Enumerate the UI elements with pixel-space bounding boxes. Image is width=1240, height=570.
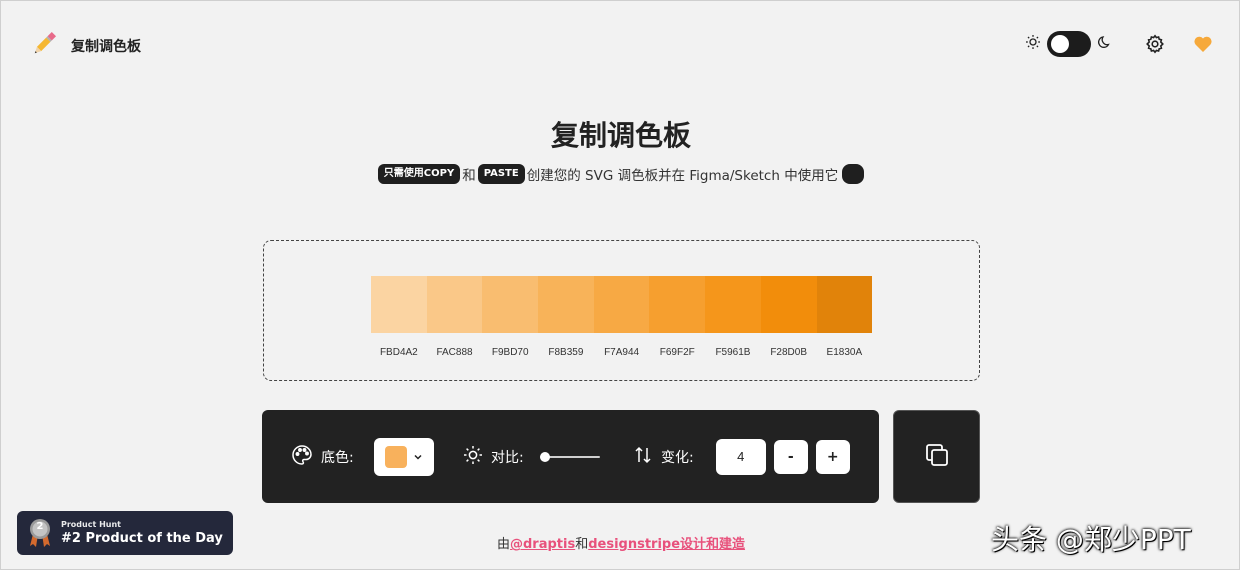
swatch-hex-label: F5961B xyxy=(715,347,751,358)
swatch-hex-label: F28D0B xyxy=(770,347,807,358)
color-swatch[interactable] xyxy=(482,276,539,333)
subtitle-text: 创建您的 SVG 调色板并在 Figma/Sketch 中使用它 xyxy=(526,168,839,184)
subtitle: 只需使用COPY 和 PASTE 创建您的 SVG 调色板并在 Figma/Sk… xyxy=(1,164,1240,184)
contrast-control: 对比: xyxy=(463,410,600,503)
decrement-button[interactable]: - xyxy=(773,439,808,474)
swatch-codes: FBD4A2 FAC888 F9BD70 F8B359 F7A944 F69F2F F596… xyxy=(371,347,872,358)
swatch-hex-label: F69F2F xyxy=(659,347,695,358)
author-link-draptis[interactable]: @draptis xyxy=(510,537,575,552)
contrast-label: 对比: xyxy=(491,449,524,466)
swatch-hex-label: E1830A xyxy=(826,347,863,358)
page-title: 复制调色板 xyxy=(550,119,691,152)
variation-input[interactable] xyxy=(715,438,766,475)
subtitle-and: 和 xyxy=(462,168,476,184)
swatch-hex-label: F9BD70 xyxy=(491,347,529,358)
color-swatch[interactable] xyxy=(705,276,761,333)
control-bar: 底色: 对比: 变化: 4 - + xyxy=(262,410,879,503)
brand[interactable]: 复制调色板 xyxy=(29,29,141,63)
paste-key-badge: PASTE xyxy=(477,164,525,184)
palette-icon xyxy=(291,444,313,470)
theme-toggle xyxy=(1025,31,1113,57)
base-color-label: 底色: xyxy=(321,449,354,466)
app-title: 复制调色板 xyxy=(71,39,141,55)
gear-icon[interactable] xyxy=(1145,34,1165,54)
medal-rank: 2 xyxy=(36,521,44,532)
base-color-picker[interactable] xyxy=(373,437,434,476)
color-swatch[interactable] xyxy=(649,276,706,333)
color-swatch[interactable] xyxy=(371,276,427,333)
swatch-hex-label: F8B359 xyxy=(548,347,584,358)
footer-and: 和 xyxy=(575,537,589,552)
medal-icon: 2 xyxy=(29,518,51,548)
sort-arrows-icon xyxy=(633,445,653,469)
swatch-strip xyxy=(371,276,873,333)
copy-icon xyxy=(923,441,951,473)
copy-key-badge: 只需使用COPY xyxy=(377,164,461,184)
heart-icon[interactable] xyxy=(1193,35,1213,53)
dark-mode-switch[interactable] xyxy=(1047,31,1091,57)
switch-knob xyxy=(1051,35,1069,53)
sun-icon xyxy=(463,445,483,469)
product-hunt-badge[interactable]: 2 Product Hunt #2 Product of the Day xyxy=(17,511,233,555)
copy-button[interactable] xyxy=(893,410,980,503)
contrast-slider[interactable] xyxy=(539,451,600,463)
watermark: 头条 @郑少PPT xyxy=(991,523,1191,556)
color-swatch[interactable] xyxy=(816,276,873,333)
sun-icon xyxy=(1025,34,1041,54)
color-swatch[interactable] xyxy=(538,276,594,333)
palette-preview: FBD4A2 FAC888 F9BD70 F8B359 F7A944 F69F2F F596… xyxy=(263,240,980,381)
color-swatch[interactable] xyxy=(426,276,483,333)
base-color-control: 底色: xyxy=(291,410,434,503)
base-color-chip xyxy=(384,445,407,468)
product-hunt-rank-text: #2 Product of the Day xyxy=(61,531,223,546)
product-hunt-label: Product Hunt xyxy=(61,520,121,529)
swatch-hex-label: FBD4A2 xyxy=(379,347,418,358)
header: 复制调色板 xyxy=(1,1,1240,89)
emoji-icon xyxy=(842,164,865,184)
author-link-designstripe[interactable]: designstripe设计和建造 xyxy=(588,537,745,552)
pencil-icon xyxy=(29,29,59,63)
slider-thumb[interactable] xyxy=(539,451,550,462)
footer-prefix: 由 xyxy=(496,537,510,552)
color-swatch[interactable] xyxy=(593,276,650,333)
increment-button[interactable]: + xyxy=(815,439,850,474)
swatch-hex-label: FAC888 xyxy=(436,347,473,358)
color-swatch[interactable] xyxy=(760,276,817,333)
swatch-hex-label: F7A944 xyxy=(604,347,640,358)
header-actions xyxy=(1025,31,1213,57)
variation-control: 变化: - + xyxy=(633,410,850,503)
variation-label: 变化: xyxy=(661,449,694,466)
moon-icon xyxy=(1097,34,1113,54)
product-hunt-text: Product Hunt #2 Product of the Day xyxy=(61,520,223,546)
chevron-down-icon xyxy=(413,447,423,466)
